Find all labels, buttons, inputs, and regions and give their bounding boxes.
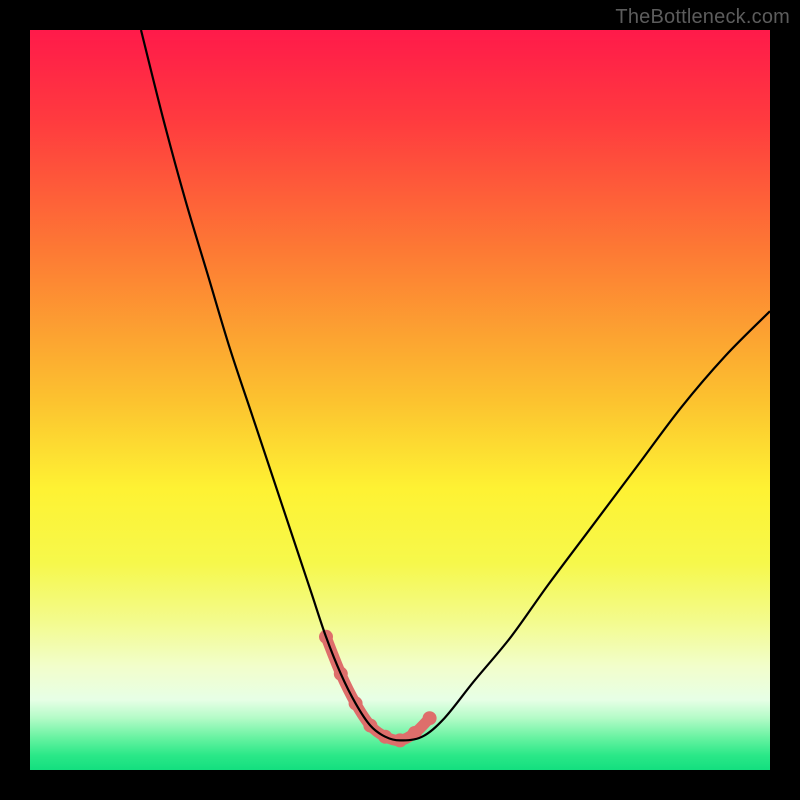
watermark-text: TheBottleneck.com xyxy=(615,6,790,29)
highlight-segment xyxy=(326,637,430,741)
curve-layer xyxy=(30,30,770,770)
chart-container: TheBottleneck.com xyxy=(0,0,800,800)
plot-area xyxy=(30,30,770,770)
highlight-dot xyxy=(423,711,437,725)
bottleneck-curve xyxy=(141,30,770,740)
